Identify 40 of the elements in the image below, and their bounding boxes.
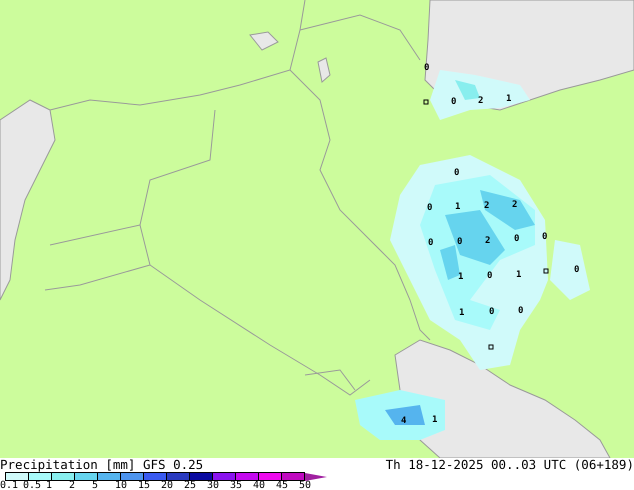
legend-tick: 20 [161, 481, 174, 490]
value-label: 4 [401, 417, 406, 426]
legend-tick: 15 [138, 481, 152, 490]
value-label: 0 [574, 266, 580, 275]
lake-area [249, 31, 279, 51]
value-label: 2 [484, 202, 490, 211]
legend-tick: 0.1 [0, 481, 20, 490]
legend-tick: 5 [92, 481, 100, 490]
value-label: 0 [428, 239, 434, 248]
map-title: Precipitation [mm] GFS 0.25 [0, 458, 204, 472]
value-label: 2 [485, 237, 490, 246]
overflow-arrow [305, 472, 327, 480]
lake-area [317, 57, 331, 83]
value-label: 0 [489, 308, 494, 317]
value-label: 0 [542, 233, 548, 242]
value-label: 0 [514, 235, 520, 244]
value-label: 1 [458, 273, 464, 282]
legend-tick: 25 [184, 481, 198, 490]
value-label: 2 [512, 201, 518, 210]
legend-tick: 35 [230, 481, 244, 490]
value-label: 0 [451, 98, 456, 107]
legend-tick: 10 [115, 481, 128, 490]
legend-tick: 40 [253, 481, 266, 490]
value-label: 0 [424, 64, 430, 73]
value-label: 0 [454, 169, 460, 178]
value-label: 0 [518, 307, 524, 316]
legend-tick: 0.5 [23, 481, 42, 490]
value-label: 1 [455, 203, 460, 212]
valid-time: Th 18-12-2025 00..03 UTC (06+189) [386, 458, 634, 472]
legend-tick: 50 [299, 481, 312, 490]
value-label: 1 [432, 416, 438, 425]
legend-tick: 1 [46, 481, 54, 490]
value-label: 0 [457, 238, 462, 247]
value-label: 2 [478, 97, 484, 106]
legend-tick: 45 [276, 481, 290, 490]
value-label: 1 [459, 309, 464, 318]
value-label: 0 [487, 272, 492, 281]
value-label: 1 [516, 271, 522, 280]
value-label: 1 [506, 95, 512, 104]
value-label: 0 [427, 204, 432, 213]
